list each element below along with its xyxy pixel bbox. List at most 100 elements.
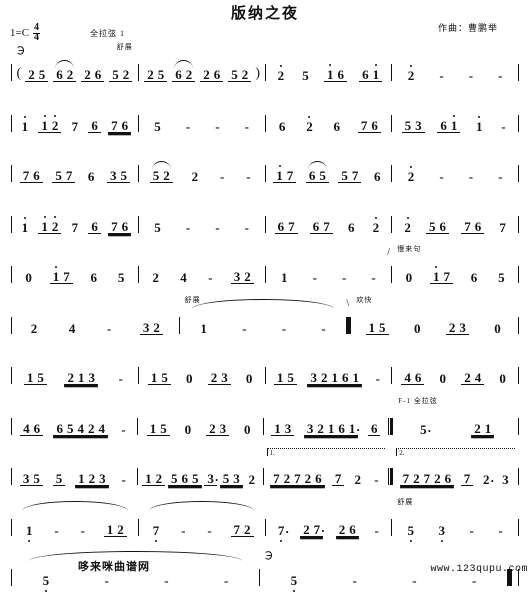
- measure[interactable]: 4665424-: [15, 398, 134, 442]
- staff-row: 2 4-3 2 舒展 1- - - \ 欢快 1 5 0 2 3 0: [8, 295, 522, 341]
- measure[interactable]: / 慢来句 0 1 7 6 5: [387, 245, 515, 290]
- measure[interactable]: 7657635: [15, 145, 135, 189]
- measure[interactable]: 53611-: [395, 95, 515, 139]
- duration-dash: -: [215, 118, 220, 134]
- note-group: -: [78, 524, 88, 537]
- measure[interactable]: 72726-: [269, 499, 389, 543]
- barline: [136, 468, 138, 485]
- duration-dash: -: [118, 371, 123, 386]
- measure[interactable]: 1--12: [15, 499, 135, 543]
- measure[interactable]: \ 欢快 1 5 0 2 3 0: [346, 295, 515, 341]
- note-group: 15: [365, 321, 389, 335]
- measure[interactable]: 1532161-: [269, 347, 389, 391]
- measure[interactable]: 251661: [269, 44, 389, 88]
- note: 2: [407, 169, 415, 184]
- note: 1: [372, 67, 380, 82]
- note: 2: [191, 169, 199, 184]
- measure[interactable]: 5 - - -: [142, 95, 262, 139]
- note-group: 5: [288, 574, 301, 587]
- note-group: 6: [88, 119, 101, 133]
- note-group: 12: [103, 521, 127, 537]
- measure[interactable]: 355123-: [15, 448, 134, 492]
- composer-credit: 作曲：曹鹏举: [437, 23, 498, 33]
- measure[interactable]: 15 0 23 0: [142, 347, 262, 391]
- note-group: 52: [109, 68, 133, 82]
- note: 2: [28, 67, 35, 82]
- note: 4: [77, 420, 84, 436]
- note-group: 72726: [399, 472, 455, 486]
- note: 5: [152, 168, 160, 183]
- measure[interactable]: 7--72: [142, 499, 262, 543]
- note-group: 72: [230, 523, 254, 537]
- note: 6: [56, 67, 63, 82]
- note: 3: [88, 370, 95, 385]
- note: 4: [23, 420, 30, 436]
- note-group: 23: [206, 422, 230, 436]
- measure[interactable]: 舒展 1 - - -: [183, 296, 344, 341]
- measure[interactable]: 460240: [395, 347, 515, 391]
- note: 1: [21, 219, 29, 235]
- measure[interactable]: 1765576: [269, 145, 389, 189]
- measure[interactable]: 125653532: [141, 448, 260, 492]
- duration-dash: -: [498, 68, 503, 83]
- barline: [264, 518, 266, 536]
- note-group: 15: [146, 422, 170, 436]
- measure[interactable]: 1. 7 2 7 2 6 7 2-: [266, 448, 386, 492]
- note: 5: [42, 573, 50, 588]
- note: 2: [152, 270, 159, 285]
- measure[interactable]: 15 0 23 0: [141, 398, 260, 442]
- note: 5: [66, 420, 74, 436]
- measure[interactable]: 2 - - -: [395, 44, 515, 88]
- note-group: 2: [405, 69, 418, 82]
- note: 3: [502, 472, 509, 487]
- note: 5: [290, 573, 298, 588]
- note-group: 23: [445, 321, 469, 335]
- measure[interactable]: 1127676: [15, 196, 135, 240]
- measure[interactable]: ℈ 舒展(2 5 6 2 2 6 5 2: [15, 43, 135, 88]
- note-group: 2: [189, 170, 202, 183]
- measure[interactable]: 2.72726723: [396, 448, 515, 492]
- staff-row: 11276765---676762256767: [8, 196, 522, 240]
- measure[interactable]: 676762: [269, 196, 389, 240]
- sheet-music-page: 版纳之夜 1=C 4 4 全拉弦 1 作曲：曹鹏举 ℈ 舒展(2 5 6 2 2 6 5 2 2 5…: [0, 0, 530, 587]
- measure[interactable]: 舒展 5 3 - -: [395, 498, 515, 543]
- measure[interactable]: 256767: [395, 196, 515, 240]
- measure[interactable]: F-1 全拉弦 5 21: [396, 397, 515, 442]
- note-group: 5: [299, 69, 312, 82]
- measure[interactable]: 62676: [269, 95, 389, 139]
- barline: [264, 367, 266, 384]
- note: 5: [117, 270, 125, 285]
- measure[interactable]: 1 - - -: [269, 246, 389, 290]
- note: 2: [303, 521, 310, 537]
- note-group: -: [212, 120, 222, 133]
- duration-dash: -: [498, 522, 503, 538]
- measure[interactable]: 522--: [142, 145, 262, 189]
- note: 0: [439, 371, 447, 386]
- note: 1: [106, 521, 114, 537]
- barline: [11, 316, 12, 334]
- note-group: 1: [473, 120, 486, 133]
- measure[interactable]: 2 5 6 2 2 6 5 2): [142, 44, 262, 88]
- measure[interactable]: 24-32: [142, 246, 262, 290]
- expression-annotation: 欢快: [356, 295, 373, 304]
- measure[interactable]: 13321616: [267, 398, 386, 442]
- measure[interactable]: 15213-: [15, 347, 135, 391]
- measure[interactable]: 0 17 6 5: [15, 246, 135, 290]
- note-group: 1: [19, 120, 32, 133]
- note-group: 1: [278, 271, 291, 284]
- staff-row: 15213-1502301532161-460240: [8, 347, 522, 391]
- note: 5: [38, 67, 46, 82]
- note: 7: [360, 117, 368, 133]
- measure[interactable]: 24-32: [15, 297, 176, 341]
- note-group: 2: [401, 221, 414, 234]
- note: 6: [337, 67, 344, 82]
- duration-dash: -: [223, 573, 229, 588]
- time-signature: 4 4: [33, 23, 41, 42]
- measure[interactable]: 2 - - -: [395, 145, 515, 189]
- note: 2: [163, 168, 170, 183]
- measure[interactable]: 1127676: [15, 95, 135, 139]
- duration-dash: -: [164, 573, 169, 588]
- note: 6: [439, 218, 447, 234]
- measure[interactable]: 5 - - -: [142, 196, 262, 240]
- note: 2: [30, 320, 38, 336]
